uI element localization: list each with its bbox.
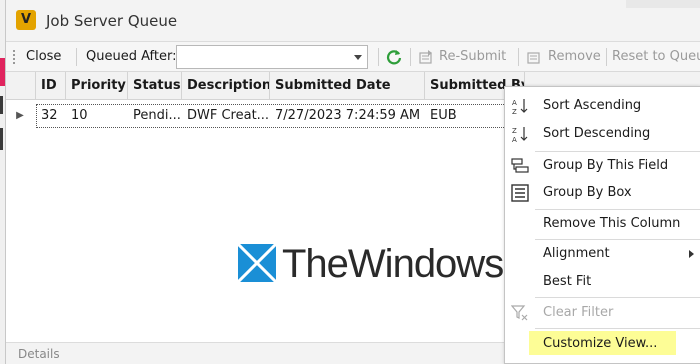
cell-submitted-date: 7/27/2023 7:24:59 AM	[275, 108, 421, 123]
cell-id: 32	[41, 108, 58, 123]
menu-separator	[535, 209, 700, 210]
details-label: Details	[18, 347, 60, 361]
close-button[interactable]: Close	[26, 42, 61, 72]
column-header-priority[interactable]: Priority	[66, 72, 128, 100]
menu-item-customize-view[interactable]: Customize View...	[529, 331, 676, 355]
menu-item-sort-descending[interactable]: Z A Sort Descending	[505, 121, 700, 147]
toolbar-separator	[76, 48, 77, 66]
menu-item-group-by-box[interactable]: Group By Box	[505, 180, 700, 206]
column-header-description[interactable]: Description	[182, 72, 270, 100]
clear-filter-icon	[511, 305, 528, 321]
resubmit-icon	[419, 50, 432, 64]
column-context-menu: A Z Sort Ascending Z A Sort Descending G…	[504, 86, 700, 364]
menu-item-best-fit[interactable]: Best Fit	[505, 269, 700, 295]
queued-after-label: Queued After:	[86, 49, 177, 64]
sort-ascending-icon: A Z	[512, 99, 528, 115]
toolbar-separator	[410, 48, 411, 66]
sort-descending-icon: Z A	[512, 127, 528, 143]
resubmit-button[interactable]: Re-Submit	[439, 42, 506, 72]
menu-item-label: Group By This Field	[543, 158, 669, 173]
cell-priority: 10	[71, 108, 88, 123]
svg-text:Z: Z	[512, 108, 517, 115]
toolbar-separator	[378, 48, 379, 66]
chevron-down-icon	[354, 55, 362, 60]
menu-item-label: Sort Ascending	[543, 98, 642, 113]
window-title: Job Server Queue	[46, 12, 178, 30]
menu-item-label: Group By Box	[543, 185, 632, 200]
menu-item-label: Customize View...	[543, 336, 658, 351]
remove-icon	[527, 52, 540, 64]
group-by-box-icon	[511, 184, 529, 202]
title-bar-edge	[626, 0, 700, 8]
remove-button[interactable]: Remove	[548, 42, 601, 72]
menu-item-label: Sort Descending	[543, 126, 651, 141]
row-selector-arrow-icon: ▶	[16, 110, 24, 121]
background-fragment	[0, 128, 3, 150]
toolbar: Close Queued After: Re-Submit Remove Res…	[6, 42, 700, 72]
menu-item-group-by-field[interactable]: Group By This Field	[505, 153, 700, 179]
group-by-field-icon	[511, 158, 529, 173]
toolbar-grip[interactable]	[13, 50, 15, 64]
reset-to-queue-button[interactable]: Reset to Queue	[612, 42, 700, 72]
menu-separator	[535, 151, 700, 152]
vault-app-icon: V	[16, 10, 36, 30]
menu-item-alignment[interactable]: Alignment	[505, 241, 700, 267]
job-server-queue-window: V Job Server Queue Close Queued After: R…	[5, 0, 700, 364]
toolbar-separator	[606, 48, 607, 66]
cell-submitted-by: EUB	[430, 108, 457, 123]
background-fragment	[0, 96, 3, 114]
column-header-status[interactable]: Status	[128, 72, 182, 100]
menu-item-label: Alignment	[543, 246, 610, 261]
menu-separator	[535, 239, 700, 240]
cell-description: DWF Creat...	[187, 108, 270, 123]
windows-club-logo-icon	[238, 244, 276, 282]
queued-after-dropdown[interactable]	[176, 45, 368, 69]
refresh-icon[interactable]	[386, 49, 402, 65]
column-header-submitted-date[interactable]: Submitted Date	[270, 72, 425, 100]
submenu-arrow-icon	[689, 250, 694, 258]
cell-status: Pendi...	[133, 108, 181, 123]
menu-item-sort-ascending[interactable]: A Z Sort Ascending	[505, 93, 700, 119]
column-header-id[interactable]: ID	[36, 72, 66, 100]
menu-item-clear-filter[interactable]: Clear Filter	[505, 300, 700, 326]
svg-text:A: A	[512, 136, 517, 143]
menu-item-label: Clear Filter	[543, 305, 614, 320]
menu-separator	[535, 328, 700, 329]
svg-text:A: A	[512, 99, 517, 107]
menu-separator	[535, 297, 700, 298]
svg-text:Z: Z	[512, 127, 517, 135]
title-bar[interactable]: V Job Server Queue	[6, 0, 700, 42]
menu-item-label: Best Fit	[543, 274, 592, 289]
toolbar-separator	[518, 48, 519, 66]
row-indicator-header	[6, 72, 36, 100]
menu-item-remove-column[interactable]: Remove This Column	[505, 211, 700, 237]
menu-item-label: Remove This Column	[543, 216, 681, 231]
